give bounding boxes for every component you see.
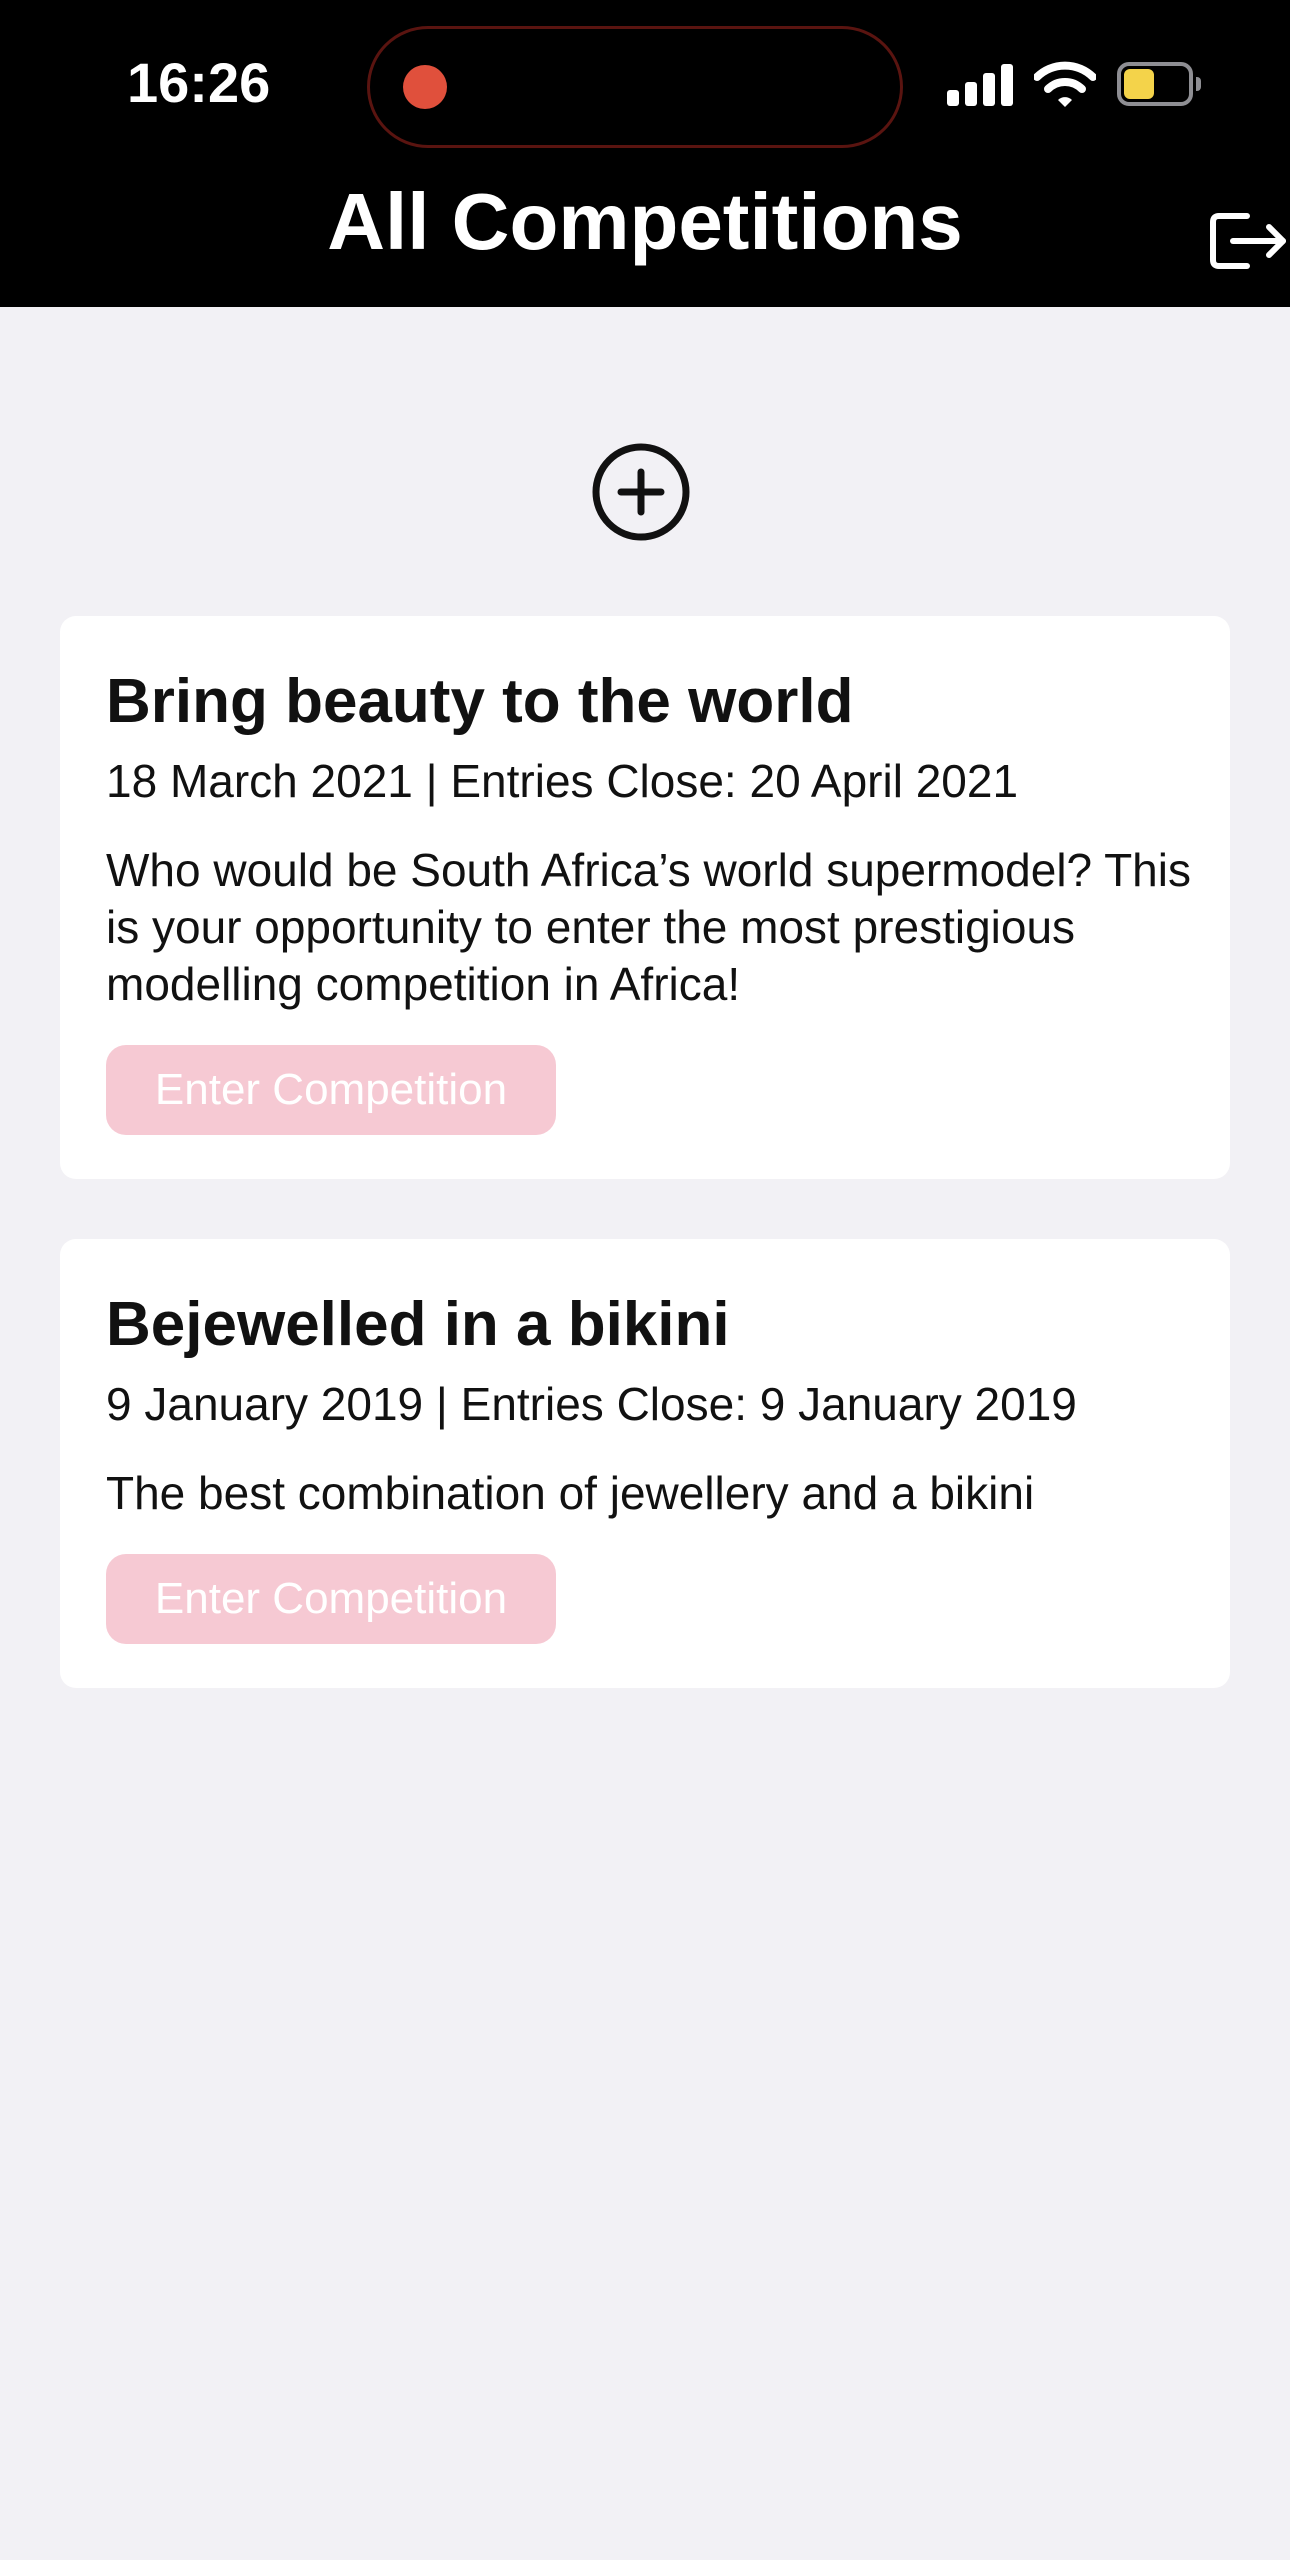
competition-title: Bring beauty to the world: [106, 667, 854, 736]
enter-competition-button[interactable]: Enter Competition: [106, 1554, 556, 1644]
page-title: All Competitions: [327, 177, 963, 266]
competition-dates: 9 January 2019 | Entries Close: 9 Januar…: [106, 1378, 1077, 1430]
cellular-signal-icon: [947, 64, 1013, 106]
enter-competition-button[interactable]: Enter Competition: [106, 1045, 556, 1135]
battery-icon: [1117, 62, 1201, 106]
competition-title: Bejewelled in a bikini: [106, 1290, 730, 1359]
competition-description: Who would be South Africa’s world superm…: [106, 844, 1191, 1010]
logout-icon[interactable]: [1207, 206, 1287, 276]
competition-description: The best combination of jewellery and a …: [106, 1467, 1035, 1519]
status-time: 16:26: [127, 51, 271, 114]
competition-card: Bejewelled in a bikini 9 January 2019 | …: [60, 1239, 1230, 1688]
header-bar: 16:26 All Competitions: [0, 0, 1290, 307]
wifi-icon: [1034, 61, 1096, 107]
competition-card: Bring beauty to the world 18 March 2021 …: [60, 616, 1230, 1179]
recording-indicator-icon: [403, 65, 447, 109]
competition-dates: 18 March 2021 | Entries Close: 20 April …: [106, 755, 1019, 807]
plus-circle-icon[interactable]: [591, 442, 691, 542]
dynamic-island: [367, 26, 903, 148]
